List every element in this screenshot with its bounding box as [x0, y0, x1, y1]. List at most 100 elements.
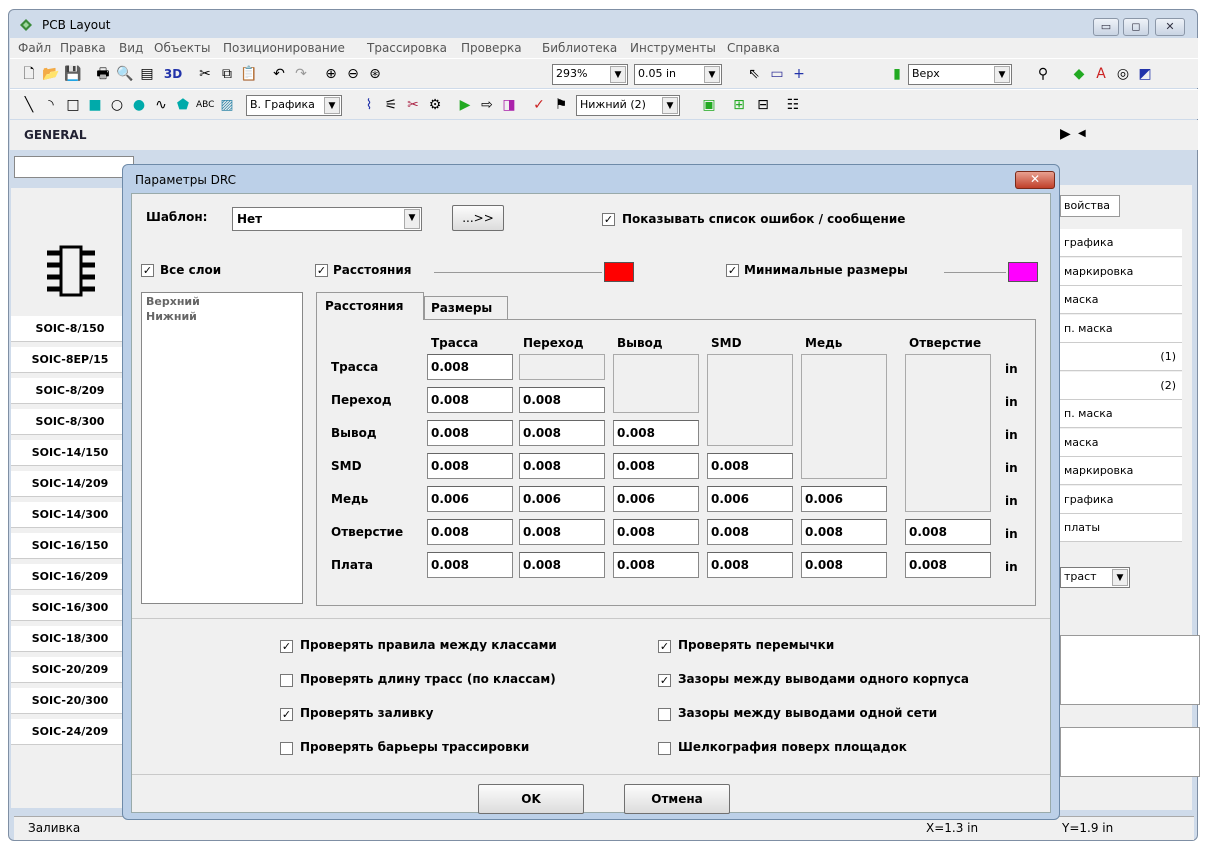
template-apply-button[interactable]: ...>> [452, 205, 504, 231]
arc-icon[interactable]: ◝ [42, 96, 60, 114]
min-sizes-checkbox[interactable]: ✓ [726, 264, 739, 277]
layer-combo[interactable]: Верх ▼ [908, 64, 1012, 85]
zoom-in-icon[interactable]: ⊕ [322, 65, 340, 83]
library-item[interactable]: SOIC-24/209 [11, 719, 129, 745]
clearance-input[interactable]: 0.008 [519, 387, 605, 413]
library-item[interactable]: SOIC-14/150 [11, 440, 129, 466]
collapse-icon[interactable]: ◀ [1078, 128, 1086, 139]
graphics-layer-combo[interactable]: В. Графика ▼ [246, 95, 342, 116]
property-item[interactable]: маркировка [1060, 257, 1182, 286]
clearance-input[interactable]: 0.008 [707, 453, 793, 479]
pad-icon[interactable]: ◆ [1070, 65, 1088, 83]
clearance-input[interactable]: 0.008 [427, 519, 513, 545]
clearance-input[interactable]: 0.008 [427, 453, 513, 479]
polygon-icon[interactable]: ⬟ [174, 96, 192, 114]
open-icon[interactable]: 📂 [42, 65, 60, 83]
layer-item-bottom[interactable]: Нижний [142, 310, 302, 323]
close-button[interactable]: ✕ [1155, 18, 1185, 36]
menu-tools[interactable]: Инструменты [630, 41, 716, 55]
paste-icon[interactable]: 📋 [240, 65, 258, 83]
template-combo[interactable]: Нет ▼ [232, 207, 422, 231]
clearance-color-swatch[interactable] [604, 262, 634, 282]
route-prop-icon[interactable]: ⚙ [426, 96, 444, 114]
library-item[interactable]: SOIC-16/150 [11, 533, 129, 559]
layers-icon[interactable]: ◨ [500, 96, 518, 114]
run-icon[interactable]: ▶ [456, 96, 474, 114]
dialog-close-button[interactable]: ✕ [1015, 171, 1055, 189]
ellipse-icon[interactable]: ○ [108, 96, 126, 114]
clearance-input[interactable]: 0.006 [801, 486, 887, 512]
menu-check[interactable]: Проверка [461, 41, 522, 55]
zoom-out-icon[interactable]: ⊖ [344, 65, 362, 83]
option-checkbox[interactable]: ✓ [658, 640, 671, 653]
library-item[interactable]: SOIC-20/300 [11, 688, 129, 714]
ok-button[interactable]: OK [478, 784, 584, 814]
library-item[interactable]: SOIC-18/300 [11, 626, 129, 652]
fill-icon[interactable]: ◩ [1136, 65, 1154, 83]
option-checkbox[interactable]: ✓ [280, 708, 293, 721]
clearance-input[interactable]: 0.008 [801, 552, 887, 578]
tab-clearances[interactable]: Расстояния [316, 292, 424, 320]
all-layers-checkbox[interactable]: ✓ [141, 264, 154, 277]
bottom-layer-combo[interactable]: Нижний (2) ▼ [576, 95, 680, 116]
clearance-input[interactable]: 0.006 [519, 486, 605, 512]
rect-icon[interactable]: □ [64, 96, 82, 114]
min-size-color-swatch[interactable] [1008, 262, 1038, 282]
option-checkbox[interactable] [658, 742, 671, 755]
unroute-icon[interactable]: ✂ [404, 96, 422, 114]
library-item[interactable]: SOIC-8EP/15 [11, 347, 129, 373]
left-filter-input[interactable] [14, 156, 134, 178]
layer-item-top[interactable]: Верхний [142, 293, 302, 310]
clearance-input[interactable]: 0.008 [427, 420, 513, 446]
option-checkbox[interactable] [280, 742, 293, 755]
line-icon[interactable]: ╲ [20, 96, 38, 114]
print-icon[interactable]: 🖶 [94, 65, 112, 83]
layers-list[interactable]: Верхний Нижний [141, 292, 303, 604]
show-errors-checkbox[interactable]: ✓ [602, 213, 615, 226]
export-icon[interactable]: ⇨ [478, 96, 496, 114]
clearance-input[interactable]: 0.008 [613, 552, 699, 578]
properties-icon[interactable]: ☷ [784, 96, 802, 114]
library-item[interactable]: SOIC-16/209 [11, 564, 129, 590]
clearances-checkbox[interactable]: ✓ [315, 264, 328, 277]
cut-icon[interactable]: ✂ [196, 65, 214, 83]
menu-edit[interactable]: Правка [60, 41, 106, 55]
save-icon[interactable]: 💾 [64, 65, 82, 83]
polyline-icon[interactable]: ∿ [152, 96, 170, 114]
select-arrow-icon[interactable]: ⇖ [745, 65, 763, 83]
clearance-input[interactable]: 0.008 [519, 552, 605, 578]
report-icon[interactable]: ▤ [138, 65, 156, 83]
drc-icon[interactable]: ✓ [530, 96, 548, 114]
play-icon[interactable]: ▶ [1060, 126, 1071, 142]
copy-icon[interactable]: ⧉ [218, 65, 236, 83]
cancel-button[interactable]: Отмена [624, 784, 730, 814]
clearance-input[interactable]: 0.008 [519, 519, 605, 545]
menu-view[interactable]: Вид [119, 41, 143, 55]
option-checkbox[interactable]: ✓ [658, 674, 671, 687]
clearance-input[interactable]: 0.008 [427, 387, 513, 413]
clearance-input[interactable]: 0.008 [613, 420, 699, 446]
clearance-input[interactable]: 0.008 [905, 552, 991, 578]
menu-library[interactable]: Библиотека [542, 41, 617, 55]
clearance-input[interactable]: 0.008 [519, 453, 605, 479]
library-item[interactable]: SOIC-14/209 [11, 471, 129, 497]
netlist-icon[interactable]: ⊟ [754, 96, 772, 114]
find-icon[interactable]: ⚲ [1034, 65, 1052, 83]
new-icon[interactable]: 🗋 [20, 65, 38, 83]
menu-objects[interactable]: Объекты [154, 41, 210, 55]
origin-icon[interactable]: + [790, 65, 808, 83]
menu-placement[interactable]: Позиционирование [223, 41, 345, 55]
undo-icon[interactable]: ↶ [270, 65, 288, 83]
property-item[interactable]: маска [1060, 428, 1182, 457]
property-item[interactable]: графика [1060, 485, 1182, 514]
property-item[interactable]: п. маска [1060, 400, 1182, 428]
component-list-icon[interactable]: ▣ [700, 96, 718, 114]
library-item[interactable]: SOIC-20/209 [11, 657, 129, 683]
menu-file[interactable]: Файл [18, 41, 51, 55]
clearance-input[interactable]: 0.008 [519, 420, 605, 446]
menu-help[interactable]: Справка [727, 41, 780, 55]
grid-combo[interactable]: 0.05 in ▼ [634, 64, 722, 85]
clearance-input[interactable]: 0.006 [427, 486, 513, 512]
contrast-combo[interactable]: траст ▼ [1060, 567, 1130, 588]
tab-sizes[interactable]: Размеры [424, 296, 508, 320]
